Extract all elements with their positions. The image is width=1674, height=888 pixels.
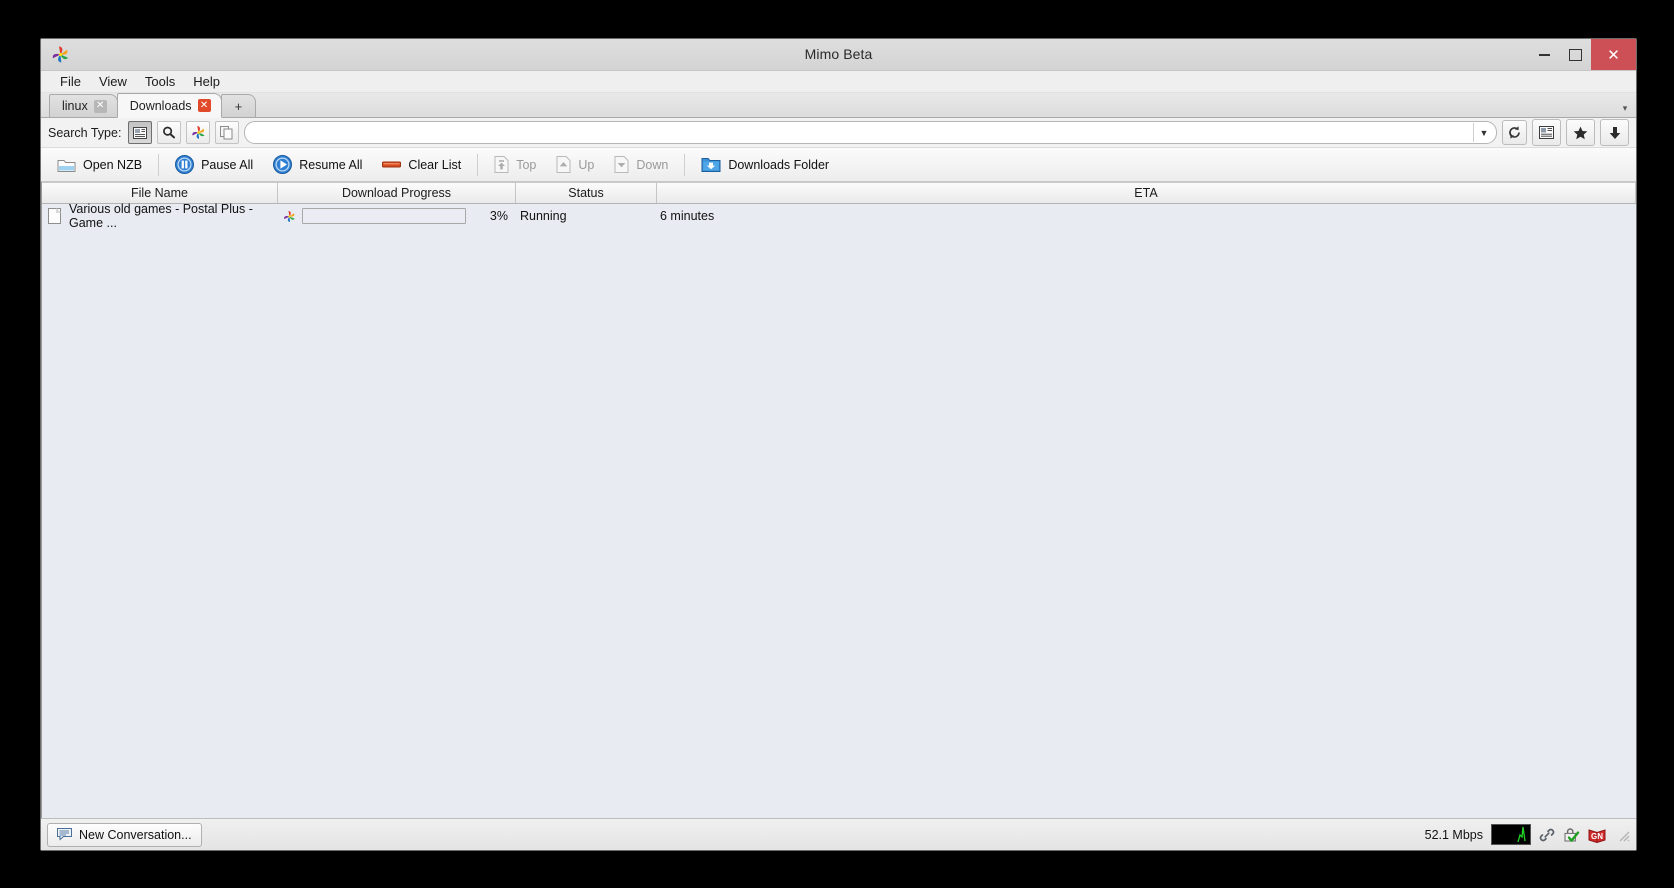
move-top-button[interactable]: Top xyxy=(484,150,546,179)
chevron-down-icon[interactable]: ▾ xyxy=(1618,101,1632,115)
menu-view[interactable]: View xyxy=(90,72,136,91)
progress-bar xyxy=(302,208,466,224)
column-header-eta[interactable]: ETA xyxy=(657,183,1636,203)
maximize-button[interactable] xyxy=(1560,39,1591,70)
menu-bar: File View Tools Help xyxy=(41,71,1636,93)
speed-label: 52.1 Mbps xyxy=(1424,827,1483,842)
cell-download-progress: 3% xyxy=(277,204,514,228)
newspaper-icon[interactable] xyxy=(1532,119,1561,146)
desktop-background: Mimo Beta ✕ File View Tools Help linux ✕… xyxy=(0,0,1674,888)
chevron-down-icon[interactable]: ▼ xyxy=(1473,123,1494,142)
clear-list-icon xyxy=(382,159,402,170)
resume-all-button[interactable]: Resume All xyxy=(263,150,372,179)
open-nzb-button[interactable]: Open NZB xyxy=(47,150,152,179)
tab-linux[interactable]: linux ✕ xyxy=(49,94,118,117)
tab-close-icon[interactable]: ✕ xyxy=(93,99,107,113)
button-label: Down xyxy=(636,157,669,172)
menu-tools[interactable]: Tools xyxy=(136,72,184,91)
svg-text:GN: GN xyxy=(1591,832,1603,841)
search-input-wrapper[interactable]: ▼ xyxy=(244,121,1497,144)
move-up-icon xyxy=(556,156,571,173)
button-label: Downloads Folder xyxy=(728,157,830,172)
lock-check-icon[interactable] xyxy=(1563,827,1580,843)
status-right-group: 52.1 Mbps GN xyxy=(1425,824,1630,845)
downloads-table: File Name Download Progress Status ETA V… xyxy=(41,182,1636,818)
column-header-status[interactable]: Status xyxy=(516,183,657,203)
button-label: Clear List xyxy=(408,157,462,172)
down-arrow-icon[interactable] xyxy=(1600,119,1629,146)
link-icon[interactable] xyxy=(1539,827,1555,843)
new-tab-button[interactable]: + xyxy=(220,94,257,117)
tab-downloads[interactable]: Downloads ✕ xyxy=(116,93,222,118)
tab-label: linux xyxy=(62,99,88,113)
article-search-icon[interactable] xyxy=(128,121,153,144)
network-graph xyxy=(1491,824,1531,845)
magnifier-icon[interactable] xyxy=(157,121,182,144)
file-icon xyxy=(48,208,61,224)
star-icon[interactable] xyxy=(1566,119,1595,146)
cell-file-name: Various old games - Postal Plus - Game .… xyxy=(42,202,277,230)
table-body: Various old games - Postal Plus - Game .… xyxy=(42,202,1636,818)
tab-close-icon[interactable]: ✕ xyxy=(197,99,211,112)
application-window: Mimo Beta ✕ File View Tools Help linux ✕… xyxy=(40,38,1637,851)
move-up-button[interactable]: Up xyxy=(546,150,604,179)
progress-percent-label: 3% xyxy=(489,209,508,223)
file-name-text: Various old games - Postal Plus - Game .… xyxy=(69,202,253,230)
move-top-icon xyxy=(494,156,509,173)
new-conversation-button[interactable]: New Conversation... xyxy=(47,822,202,847)
table-header-row: File Name Download Progress Status ETA xyxy=(42,182,1636,204)
window-title: Mimo Beta xyxy=(804,46,873,62)
title-bar[interactable]: Mimo Beta ✕ xyxy=(41,39,1636,71)
pause-all-button[interactable]: Pause All xyxy=(165,150,263,179)
pinwheel-icon xyxy=(283,210,296,223)
status-bar: New Conversation... 52.1 Mbps GN xyxy=(41,818,1636,850)
downloads-folder-icon xyxy=(701,156,721,173)
menu-file[interactable]: File xyxy=(51,72,90,91)
refresh-icon[interactable] xyxy=(1502,120,1527,145)
button-label: Resume All xyxy=(299,157,363,172)
toolbar-separator xyxy=(477,153,479,176)
main-toolbar: Open NZB Pause All Resume All Clear List… xyxy=(41,148,1636,182)
speech-bubble-icon xyxy=(57,828,72,841)
menu-help[interactable]: Help xyxy=(184,72,229,91)
cell-eta: 6 minutes xyxy=(660,209,715,223)
column-header-file-name[interactable]: File Name xyxy=(42,183,278,203)
button-label: New Conversation... xyxy=(79,827,192,842)
window-controls: ✕ xyxy=(1529,39,1636,70)
close-button[interactable]: ✕ xyxy=(1591,39,1636,70)
pinwheel-icon[interactable] xyxy=(186,121,211,144)
cell-status: Running xyxy=(520,209,567,223)
tab-bar: linux ✕ Downloads ✕ + ▾ xyxy=(41,93,1636,118)
toolbar-separator xyxy=(684,153,686,176)
toolbar-separator xyxy=(158,153,160,176)
column-header-download-progress[interactable]: Download Progress xyxy=(278,183,516,203)
button-label: Up xyxy=(578,157,595,172)
minimize-button[interactable] xyxy=(1529,39,1560,70)
copy-pages-icon[interactable] xyxy=(215,121,240,144)
search-type-label: Search Type: xyxy=(48,125,122,140)
search-input[interactable] xyxy=(257,123,1473,142)
play-circle-icon xyxy=(273,155,293,174)
button-label: Top xyxy=(516,157,537,172)
pause-circle-icon xyxy=(175,155,195,174)
button-label: Pause All xyxy=(201,157,254,172)
move-down-button[interactable]: Down xyxy=(604,150,678,179)
search-bar: Search Type: ▼ xyxy=(41,118,1636,148)
giganews-book-icon[interactable]: GN xyxy=(1588,827,1606,843)
clear-list-button[interactable]: Clear List xyxy=(372,150,471,179)
table-row[interactable]: Various old games - Postal Plus - Game .… xyxy=(42,202,1636,230)
resize-grip-icon[interactable] xyxy=(1616,828,1630,842)
downloads-folder-button[interactable]: Downloads Folder xyxy=(691,150,839,179)
button-label: Open NZB xyxy=(83,157,143,172)
tab-label: Downloads xyxy=(129,98,192,113)
open-folder-icon xyxy=(57,157,76,173)
move-down-icon xyxy=(614,156,629,173)
